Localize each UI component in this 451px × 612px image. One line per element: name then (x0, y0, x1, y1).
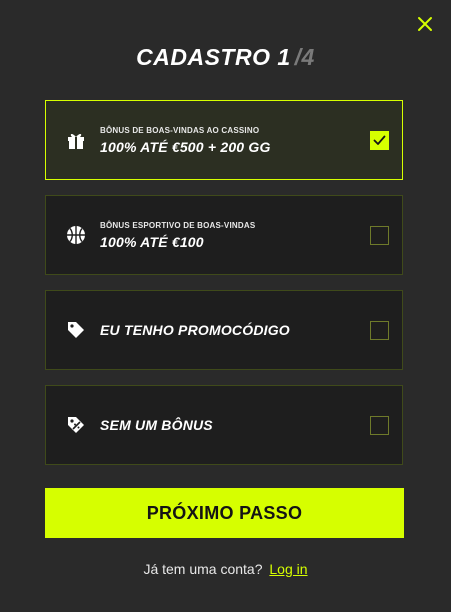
step-separator: / (294, 44, 302, 70)
close-button[interactable] (415, 14, 435, 34)
option-label: EU TENHO PROMOCÓDIGO (100, 322, 290, 338)
option-checkbox[interactable] (370, 130, 389, 150)
title-text: CADASTRO 1 (136, 44, 291, 70)
login-prompt-text: Já tem uma conta? (143, 561, 263, 577)
checkmark-icon (373, 135, 386, 145)
option-subtitle: Bônus esportivo de boas-vindas (100, 220, 256, 230)
option-checkbox[interactable] (370, 225, 389, 245)
option-no-bonus[interactable]: SEM UM BÔNUS (45, 385, 403, 465)
next-step-button[interactable]: PRÓXIMO PASSO (45, 488, 404, 538)
no-discount-tag-icon (65, 414, 87, 436)
tag-icon (65, 319, 87, 341)
login-prompt: Já tem uma conta? Log in (0, 561, 451, 577)
page-title: CADASTRO 1/4 (0, 44, 451, 71)
close-icon (418, 17, 432, 31)
option-label: 100% ATÉ €500 + 200 GG (100, 138, 271, 155)
option-promo-code[interactable]: EU TENHO PROMOCÓDIGO (45, 290, 403, 370)
login-link[interactable]: Log in (269, 561, 307, 577)
gift-icon (65, 129, 87, 151)
option-label: 100% ATÉ €100 (100, 233, 204, 250)
basketball-icon (65, 224, 87, 246)
option-checkbox[interactable] (370, 415, 389, 435)
option-label: SEM UM BÔNUS (100, 417, 213, 433)
step-total: 4 (301, 44, 315, 70)
option-sports-bonus[interactable]: Bônus esportivo de boas-vindas 100% ATÉ … (45, 195, 403, 275)
option-casino-bonus[interactable]: Bônus de boas-vindas ao cassino 100% ATÉ… (45, 100, 403, 180)
option-checkbox[interactable] (370, 320, 389, 340)
option-subtitle: Bônus de boas-vindas ao cassino (100, 125, 260, 135)
